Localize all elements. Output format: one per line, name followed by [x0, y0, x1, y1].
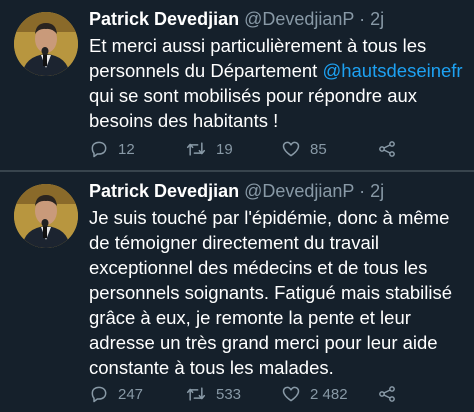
author-name[interactable]: Patrick Devedjian	[89, 181, 239, 201]
share-button[interactable]	[377, 137, 397, 161]
retweet-count: 19	[216, 140, 233, 158]
retweet-count: 533	[216, 385, 242, 403]
tweet[interactable]: Patrick Devedjian @DevedjianP · 2j Je su…	[0, 172, 474, 412]
share-icon	[379, 141, 395, 157]
tweet-header: Patrick Devedjian @DevedjianP · 2j	[89, 179, 384, 203]
like-icon	[282, 386, 300, 402]
retweet-icon	[186, 142, 206, 156]
like-count: 2 482	[310, 385, 348, 403]
handle-and-time[interactable]: @DevedjianP · 2j	[244, 9, 384, 29]
tweet[interactable]: Patrick Devedjian @DevedjianP · 2j Et me…	[0, 0, 474, 170]
tweet-text: Et merci aussi particulièrement à tous l…	[89, 33, 469, 133]
tweet-actions: 12 19 85	[89, 137, 449, 161]
tweet-text-part: qui se sont mobilisés pour répondre aux …	[89, 85, 418, 131]
share-icon	[379, 386, 395, 402]
reply-icon	[91, 386, 107, 403]
handle-and-time[interactable]: @DevedjianP · 2j	[244, 181, 384, 201]
like-icon	[282, 141, 300, 157]
avatar[interactable]	[14, 12, 78, 76]
tweet-actions: 247 533 2 482	[89, 382, 449, 406]
tweet-feed: Patrick Devedjian @DevedjianP · 2j Et me…	[0, 0, 474, 412]
avatar[interactable]	[14, 184, 78, 248]
reply-icon	[91, 141, 107, 158]
tweet-text: Je suis touché par l'épidémie, donc à mê…	[89, 207, 452, 378]
like-count: 85	[310, 140, 327, 158]
tweet-header: Patrick Devedjian @DevedjianP · 2j	[89, 7, 384, 31]
like-button[interactable]: 85	[281, 137, 327, 161]
author-name[interactable]: Patrick Devedjian	[89, 9, 239, 29]
reply-button[interactable]: 247	[89, 382, 143, 406]
mention-link[interactable]: @hautsdeseinefr	[322, 60, 462, 81]
retweet-icon	[186, 387, 206, 401]
reply-count: 12	[118, 140, 135, 158]
reply-button[interactable]: 12	[89, 137, 135, 161]
retweet-button[interactable]: 19	[185, 137, 233, 161]
share-button[interactable]	[377, 382, 397, 406]
retweet-button[interactable]: 533	[185, 382, 241, 406]
reply-count: 247	[118, 385, 144, 403]
like-button[interactable]: 2 482	[281, 382, 348, 406]
